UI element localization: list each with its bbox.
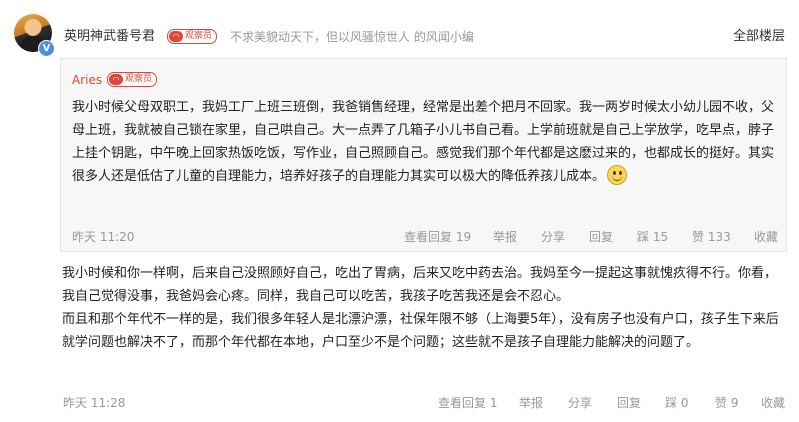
- quote-body: 我小时候父母双职工，我妈工厂上班三班倒，我爸销售经理，经常是出差个把月不回家。我…: [72, 96, 777, 188]
- quote-collect-link[interactable]: 收藏: [754, 230, 778, 245]
- fan-icon: ◠: [169, 31, 183, 42]
- avatar-face: [27, 22, 39, 36]
- comment-thread: V 英明神武番号君 ◠ 观察员 不求美貌动天下，但以风骚惊世人 的风闻小编 全部…: [0, 0, 799, 422]
- reply-reply-link[interactable]: 回复: [617, 396, 641, 411]
- reply-view-replies-link[interactable]: 查看回复 1: [438, 396, 497, 411]
- quote-like-link[interactable]: 赞 133: [692, 230, 731, 245]
- all-floors-link[interactable]: 全部楼层: [733, 29, 785, 45]
- user-signature: 不求美貌动天下，但以风骚惊世人 的风闻小编: [230, 30, 474, 44]
- fan-icon: ◠: [109, 74, 123, 85]
- quote-observer-badge: ◠ 观察员: [107, 72, 158, 87]
- reply-report-link[interactable]: 举报: [519, 396, 543, 411]
- quote-action-bar: 昨天 11:20 查看回复 19 举报 分享 回复 踩 15 赞 133 收藏: [61, 230, 788, 245]
- reply-paragraph: 而且和那个年代不一样的是，我们很多年轻人是北漂沪漂，社保年限不够（上海要5年），…: [62, 312, 779, 350]
- quote-view-replies-link[interactable]: 查看回复 19: [404, 230, 471, 245]
- quote-observer-badge-label: 观察员: [125, 74, 153, 84]
- observer-badge-label: 观察员: [185, 31, 213, 41]
- quoted-comment: Aries ◠ 观察员 我小时候父母双职工，我妈工厂上班三班倒，我爸销售经理，经…: [60, 58, 787, 252]
- smile-emoji-icon: [607, 165, 628, 185]
- reply-like-link[interactable]: 赞 9: [715, 396, 738, 411]
- quote-share-link[interactable]: 分享: [541, 230, 565, 245]
- reply-body: 我小时候和你一样啊，后来自己没照顾好自己，吃出了胃病，后来又吃中药去治。我妈至今…: [62, 262, 784, 354]
- observer-badge: ◠ 观察员: [167, 29, 218, 44]
- reply-collect-link[interactable]: 收藏: [761, 396, 785, 411]
- quote-text: 我小时候父母双职工，我妈工厂上班三班倒，我爸销售经理，经常是出差个把月不回家。我…: [72, 100, 775, 184]
- quote-reply-link[interactable]: 回复: [589, 230, 613, 245]
- quote-report-link[interactable]: 举报: [493, 230, 517, 245]
- username[interactable]: 英明神武番号君: [64, 29, 155, 45]
- reply-action-bar: 昨天 11:28 查看回复 1 举报 分享 回复 踩 0 赞 9 收藏: [0, 396, 799, 411]
- verified-icon: V: [38, 40, 55, 57]
- reply-share-link[interactable]: 分享: [568, 396, 592, 411]
- reply-paragraph: 我小时候和你一样啊，后来自己没照顾好自己，吃出了胃病，后来又吃中药去治。我妈至今…: [62, 266, 778, 304]
- reply-time: 昨天 11:28: [63, 396, 126, 410]
- quote-author[interactable]: Aries: [72, 73, 102, 87]
- quote-time: 昨天 11:20: [72, 230, 135, 244]
- reply-dislike-link[interactable]: 踩 0: [665, 396, 688, 411]
- quote-dislike-link[interactable]: 踩 15: [637, 230, 668, 245]
